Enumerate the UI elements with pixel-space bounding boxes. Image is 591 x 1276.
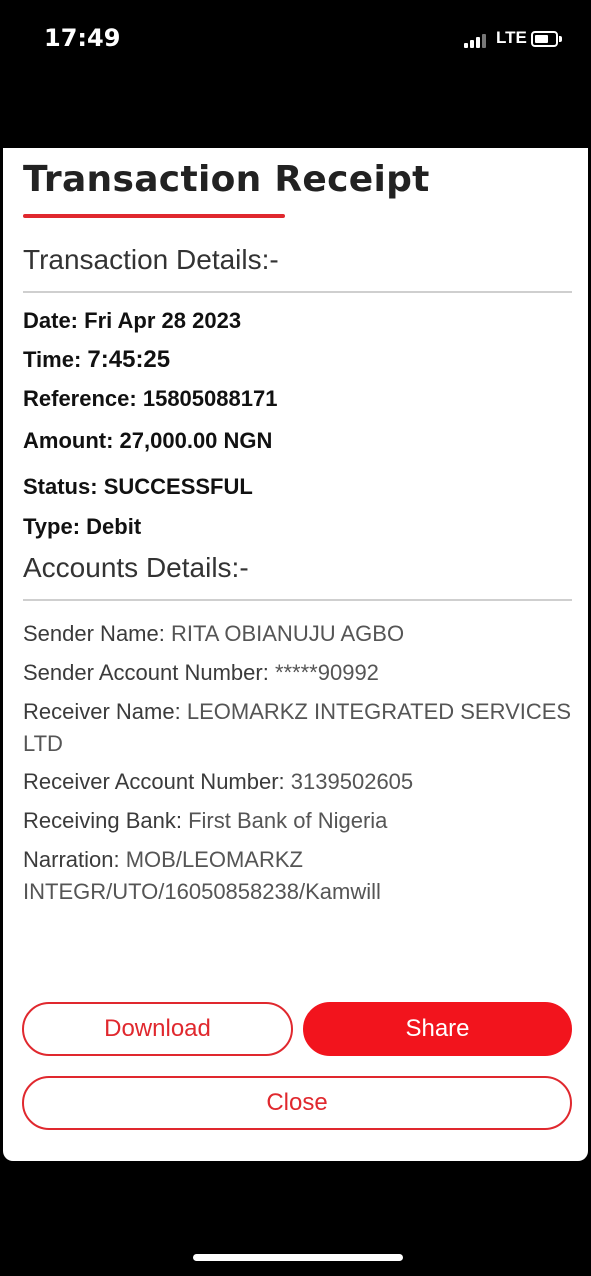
account-row-receiver-account: Receiver Account Number: 3139502605 [23,766,573,798]
account-row-sender-account: Sender Account Number: *****90992 [23,657,573,689]
account-value: First Bank of Nigeria [188,808,388,833]
divider [23,291,572,293]
detail-label: Time: [23,347,82,372]
status-value: SUCCESSFUL [103,474,253,499]
detail-label: Date: [23,308,79,333]
account-label: Narration: [23,847,120,872]
account-row-sender-name: Sender Name: RITA OBIANUJU AGBO [23,618,573,650]
detail-row-date: Date: Fri Apr 28 2023 [23,308,241,334]
detail-value: 7:45:25 [87,346,171,373]
account-row-narration: Narration: MOB/LEOMARKZ INTEGR/UTO/16050… [23,844,573,908]
detail-row-amount: Amount: 27,000.00 NGN [23,428,272,454]
detail-row-status: Status: SUCCESSFUL [23,474,253,500]
account-label: Receiving Bank: [23,808,182,833]
account-label: Sender Account Number: [23,660,269,685]
account-value: RITA OBIANUJU AGBO [170,621,405,646]
battery-icon [531,31,562,47]
detail-label: Reference: [23,386,137,411]
account-label: Receiver Name: [23,699,181,724]
account-value: 3139502605 [290,769,414,794]
title-underline [23,214,285,218]
detail-row-reference: Reference: 15805088171 [23,386,277,412]
signal-icon [464,34,490,48]
detail-label: Amount: [23,428,114,453]
receipt-sheet: Transaction Receipt Transaction Details:… [3,148,588,1161]
detail-label: Type: [23,514,81,539]
detail-label: Status: [23,474,98,499]
detail-row-time: Time: 7:45:25 [23,346,170,374]
status-bar: 17:49 LTE [0,0,591,148]
account-label: Sender Name: [23,621,165,646]
status-time: 17:49 [44,24,121,52]
network-label: LTE [496,28,527,47]
account-row-receiver-name: Receiver Name: LEOMARKZ INTEGRATED SERVI… [23,696,573,760]
account-row-receiving-bank: Receiving Bank: First Bank of Nigeria [23,805,573,837]
page-title: Transaction Receipt [23,159,430,200]
detail-row-type: Type: Debit [23,514,141,540]
close-button[interactable]: Close [22,1076,572,1130]
divider [23,599,572,601]
detail-value: Fri Apr 28 2023 [84,308,242,333]
detail-value: 27,000.00 NGN [119,428,273,453]
detail-value: 15805088171 [142,386,278,411]
accounts-details-heading: Accounts Details:- [23,552,249,583]
home-indicator[interactable] [193,1254,403,1261]
account-label: Receiver Account Number: [23,769,285,794]
share-button[interactable]: Share [303,1002,572,1056]
account-value: *****90992 [274,660,379,685]
download-button[interactable]: Download [22,1002,293,1056]
transaction-details-heading: Transaction Details:- [23,244,279,275]
detail-value: Debit [86,514,142,539]
